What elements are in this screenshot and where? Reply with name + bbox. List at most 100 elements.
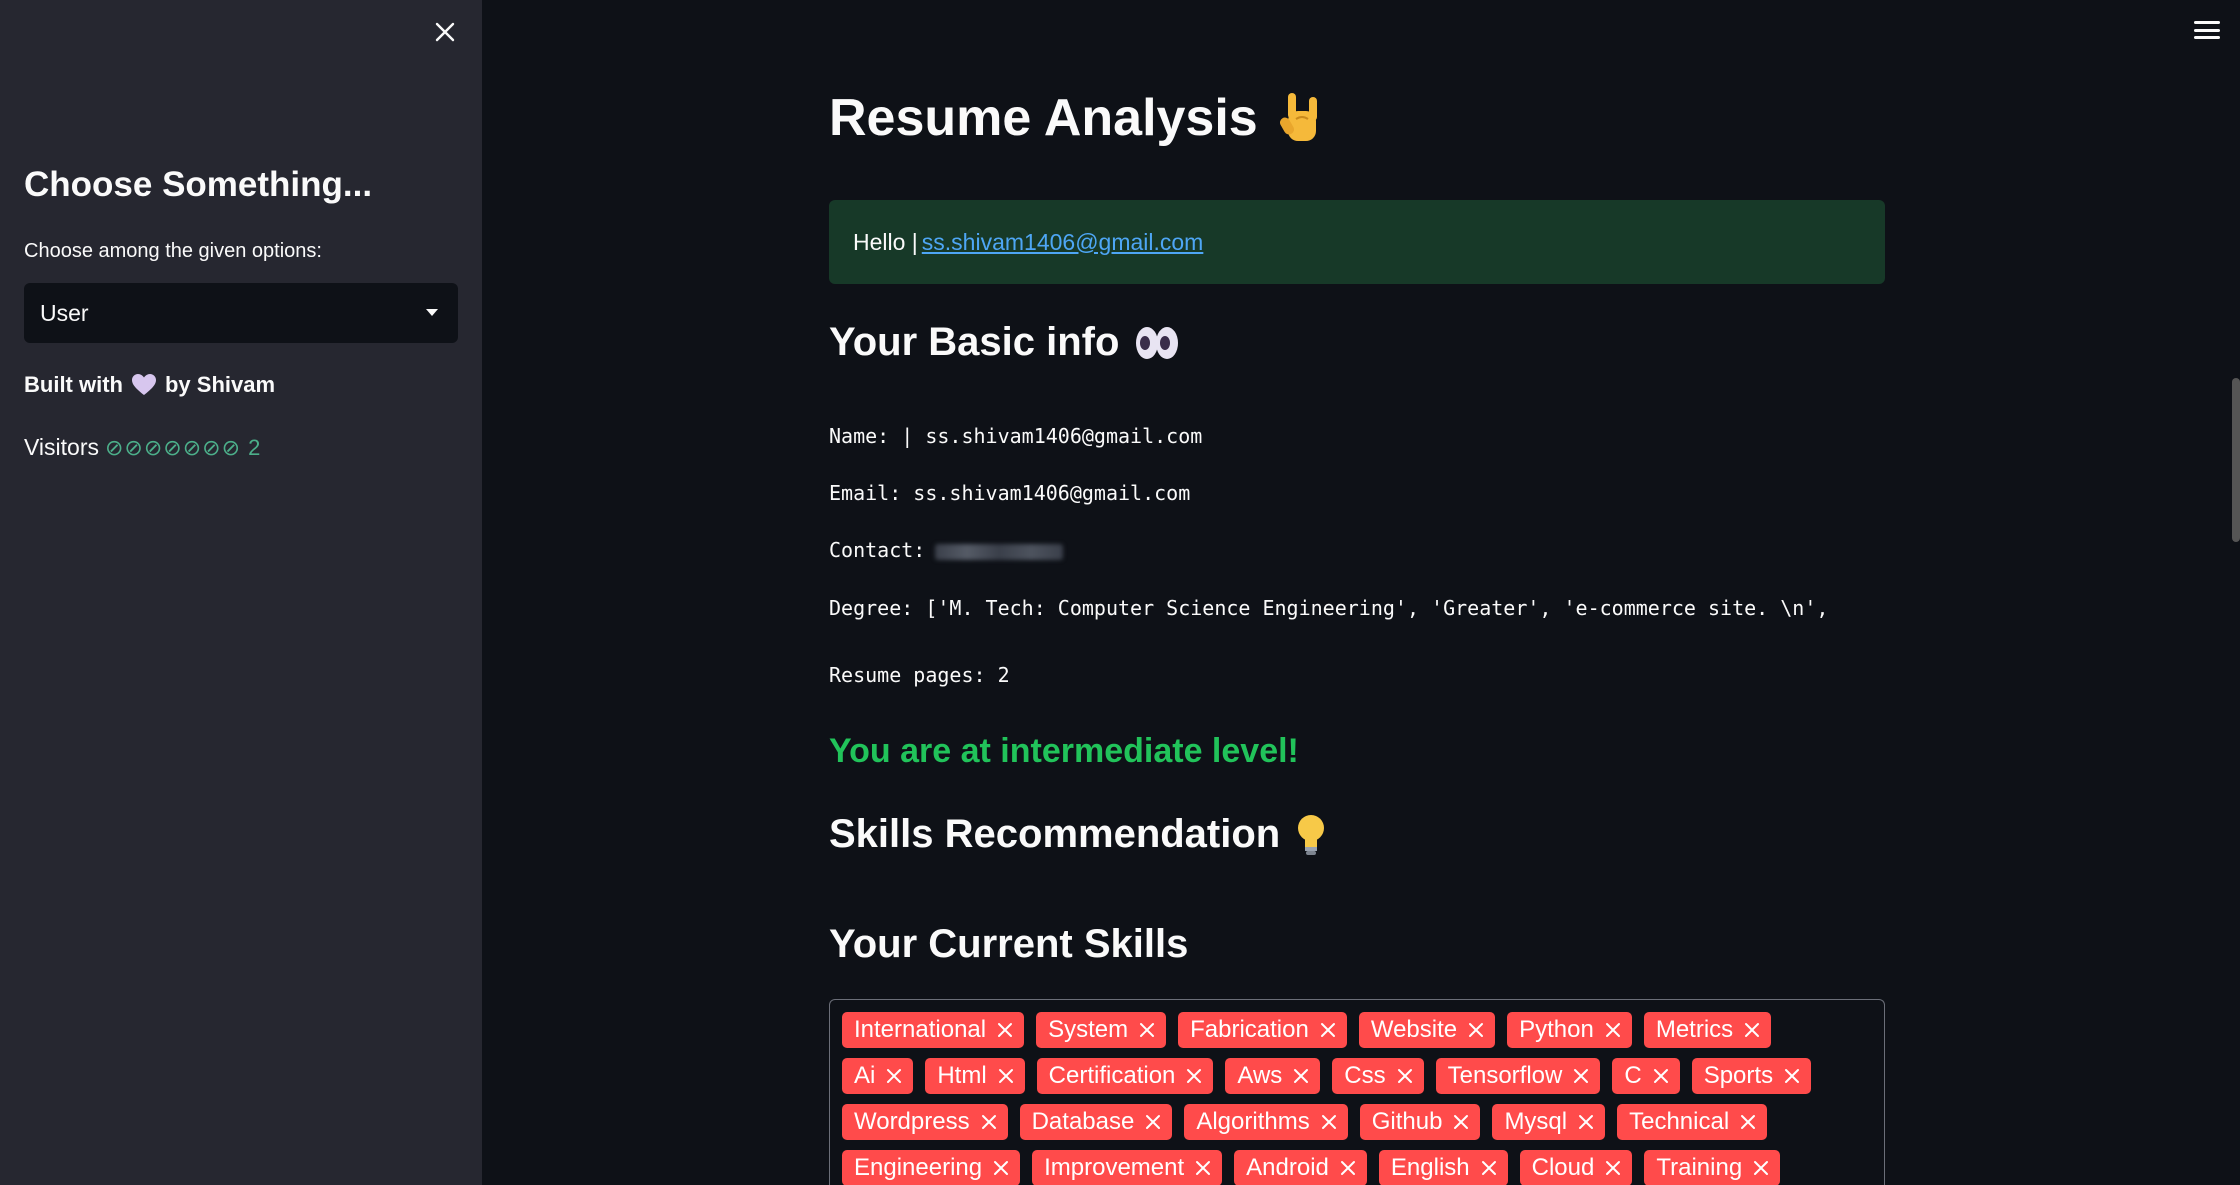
rock-on-hand-icon — [1279, 93, 1317, 141]
skill-tag-label: Wordpress — [854, 1108, 970, 1135]
skill-tag-row: International System Fabrication Website Pyt… — [842, 1012, 1872, 1048]
current-skills-multiselect[interactable]: International System Fabrication Website Pyt… — [829, 999, 1885, 1185]
page-title: Resume Analysis — [829, 88, 1324, 148]
skill-tag: Aws — [1225, 1058, 1321, 1094]
skill-tag-label: Database — [1031, 1108, 1135, 1135]
skill-tag: Sports — [1691, 1058, 1812, 1094]
skill-tag: Css — [1332, 1058, 1424, 1094]
remove-x-icon[interactable] — [1396, 1067, 1414, 1085]
skill-tag: Tensorflow — [1435, 1058, 1601, 1094]
degree-line: Degree: ['M. Tech: Computer Science Engi… — [829, 596, 1829, 620]
skill-tag-label: System — [1048, 1016, 1129, 1043]
skill-tag-label: Certification — [1048, 1062, 1176, 1089]
skill-tag-label: Html — [937, 1062, 987, 1089]
skill-tag: Github — [1359, 1104, 1481, 1140]
remove-x-icon[interactable] — [992, 1159, 1010, 1177]
remove-x-icon[interactable] — [1743, 1021, 1761, 1039]
resume-pages-line: Resume pages: 2 — [829, 663, 1010, 687]
skill-tag-label: Css — [1344, 1062, 1386, 1089]
role-select[interactable]: User — [24, 283, 458, 343]
remove-x-icon[interactable] — [1452, 1113, 1470, 1131]
sidebar: Choose Something... Choose among the giv… — [0, 0, 482, 1185]
skill-tag: Training — [1644, 1150, 1781, 1185]
skill-tags: International System Fabrication Website Pyt… — [842, 1012, 1872, 1185]
skill-tag-label: Fabrication — [1190, 1016, 1309, 1043]
skill-tag-row: Engineering Improvement Android English Clou… — [842, 1150, 1872, 1185]
caret-down-icon — [426, 309, 438, 316]
basic-info-heading: Your Basic info — [829, 320, 1179, 365]
built-with-credit: Built with by Shivam — [24, 372, 275, 398]
built-prefix: Built with — [24, 372, 123, 397]
remove-x-icon[interactable] — [1467, 1021, 1485, 1039]
heart-icon — [131, 374, 156, 395]
remove-x-icon[interactable] — [1480, 1159, 1498, 1177]
built-suffix: by Shivam — [164, 372, 276, 397]
remove-x-icon[interactable] — [1339, 1159, 1357, 1177]
skill-tag-label: Github — [1371, 1108, 1443, 1135]
skill-tag-label: Ai — [854, 1062, 876, 1089]
remove-x-icon[interactable] — [1292, 1067, 1310, 1085]
remove-x-icon[interactable] — [1185, 1067, 1203, 1085]
remove-x-icon[interactable] — [1144, 1113, 1162, 1131]
skill-tag-label: Algorithms — [1196, 1108, 1310, 1135]
remove-x-icon[interactable] — [1319, 1021, 1337, 1039]
skill-tag-label: Metrics — [1655, 1016, 1734, 1043]
greeting-prefix: Hello | — [853, 228, 918, 255]
skill-tag: English — [1378, 1150, 1508, 1185]
remove-x-icon[interactable] — [1739, 1113, 1757, 1131]
hamburger-line — [2194, 28, 2220, 32]
skill-tag-label: Aws — [1237, 1062, 1283, 1089]
contact-line: Contact: — [829, 538, 1064, 562]
page-title-text: Resume Analysis — [829, 89, 1258, 147]
skill-tag: Metrics — [1643, 1012, 1772, 1048]
select-label: Choose among the given options: — [24, 240, 322, 262]
skill-tag-label: Website — [1370, 1016, 1458, 1043]
page-scrollbar[interactable] — [2232, 378, 2240, 542]
remove-x-icon[interactable] — [1138, 1021, 1156, 1039]
close-icon — [435, 22, 455, 42]
remove-x-icon[interactable] — [1604, 1159, 1622, 1177]
remove-x-icon[interactable] — [1604, 1021, 1622, 1039]
skill-tag-label: Mysql — [1504, 1108, 1568, 1135]
remove-x-icon[interactable] — [1652, 1067, 1670, 1085]
skill-tag-row: Wordpress Database Algorithms Github Mysql Te… — [842, 1104, 1872, 1140]
skill-tag: Fabrication — [1178, 1012, 1347, 1048]
role-select-value: User — [40, 299, 89, 326]
remove-x-icon[interactable] — [1194, 1159, 1212, 1177]
eyes-icon — [1136, 326, 1179, 359]
remove-x-icon[interactable] — [1783, 1067, 1801, 1085]
lightbulb-icon — [1298, 814, 1325, 855]
remove-x-icon[interactable] — [885, 1067, 903, 1085]
skill-tag-label: Training — [1656, 1154, 1743, 1181]
name-line: Name: | ss.shivam1406@gmail.com — [829, 424, 1203, 448]
email-line: Email: ss.shivam1406@gmail.com — [829, 481, 1191, 505]
main-menu-button[interactable] — [2192, 16, 2222, 44]
close-sidebar-button[interactable] — [427, 14, 463, 50]
remove-x-icon[interactable] — [1752, 1159, 1770, 1177]
remove-x-icon[interactable] — [997, 1067, 1015, 1085]
remove-x-icon[interactable] — [1577, 1113, 1595, 1131]
greeting-alert: Hello | ss.shivam1406@gmail.com — [829, 200, 1885, 284]
skill-tag: Html — [925, 1058, 1025, 1094]
skill-tag-label: International — [854, 1016, 987, 1043]
skill-tag: Python — [1507, 1012, 1632, 1048]
hamburger-line — [2194, 36, 2220, 39]
basic-info-heading-text: Your Basic info — [829, 320, 1120, 364]
visitors-counter: Visitors ⊘⊘⊘⊘⊘⊘⊘ 2 — [24, 434, 261, 461]
skill-tag: International — [842, 1012, 1025, 1048]
user-email-link[interactable]: ss.shivam1406@gmail.com — [922, 229, 1204, 256]
contact-label: Contact: — [829, 538, 926, 562]
skill-tag: System — [1036, 1012, 1167, 1048]
skill-tag-label: Technical — [1629, 1108, 1730, 1135]
remove-x-icon[interactable] — [1572, 1067, 1590, 1085]
skills-recommendation-text: Skills Recommendation — [829, 812, 1281, 856]
remove-x-icon[interactable] — [996, 1021, 1014, 1039]
blurred-contact-number — [935, 543, 1064, 560]
remove-x-icon[interactable] — [980, 1113, 998, 1131]
skill-tag: C — [1612, 1058, 1680, 1094]
skill-tag-label: C — [1624, 1062, 1642, 1089]
skill-tag: Cloud — [1519, 1150, 1633, 1185]
skill-tag-label: Improvement — [1044, 1154, 1185, 1181]
remove-x-icon[interactable] — [1320, 1113, 1338, 1131]
skills-recommendation-heading: Skills Recommendation — [829, 812, 1326, 857]
